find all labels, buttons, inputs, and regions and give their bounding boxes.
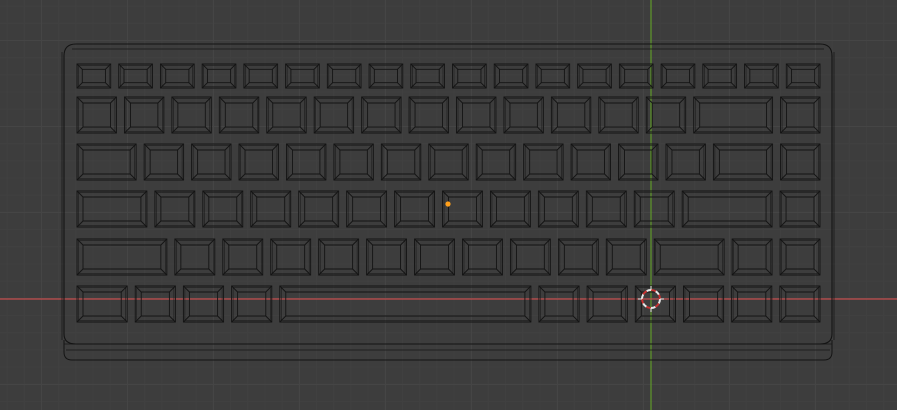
keycap-r6-k1 <box>76 285 128 323</box>
keycap-r3-k4 <box>238 143 279 181</box>
keycap-r1-k8 <box>368 63 404 89</box>
keycap-r5-k11 <box>605 238 647 276</box>
keycap-r5-k7 <box>414 238 455 276</box>
keycap-r4-k6 <box>346 190 388 228</box>
keycap-r4-k2 <box>154 190 196 228</box>
keycap-r2-k9 <box>456 96 497 134</box>
keycap-r2-k7 <box>361 96 402 134</box>
keycap-r1-k14 <box>618 63 654 89</box>
keycap-r6-k10 <box>731 285 773 323</box>
keycap-r6-k6 <box>538 285 580 323</box>
keycap-r2-k5 <box>266 96 307 134</box>
keycap-r1-k16 <box>702 63 738 89</box>
keycap-r2-k6 <box>313 96 355 134</box>
keycap-r1-k2 <box>118 63 153 89</box>
keycap-r3-k5 <box>286 143 327 181</box>
keycap-r5-k6 <box>366 238 407 276</box>
keycap-r4-k10 <box>537 190 579 228</box>
keycap-r1-k9 <box>410 63 445 89</box>
keycap-r1-k10 <box>452 63 487 89</box>
keycap-r1-k1 <box>76 63 112 89</box>
keycap-r2-k14 <box>693 96 774 134</box>
keycap-r4-k9 <box>490 190 531 228</box>
keycap-r5-k8 <box>462 238 503 276</box>
keycap-r1-k18 <box>785 63 821 89</box>
keycap-r3-k6 <box>333 143 374 181</box>
keycap-r6-k7 <box>586 285 628 323</box>
keycap-r6-k5 <box>279 285 532 323</box>
keycap-r2-k1 <box>76 96 117 134</box>
keycap-r3-k11 <box>570 143 611 181</box>
keycap-r3-k12 <box>618 143 659 181</box>
keycap-r6-k3 <box>182 285 225 323</box>
keycap-r2-k3 <box>171 96 212 134</box>
keycap-r2-k4 <box>218 96 260 134</box>
keycap-r3-k14 <box>712 143 774 181</box>
keycap-r6-k4 <box>231 285 273 323</box>
keycap-r6-k9 <box>683 285 725 323</box>
keycap-r2-k12 <box>598 96 639 134</box>
keycap-r4-k11 <box>585 190 627 228</box>
keycap-r4-k14 <box>779 190 821 228</box>
object-origin-dot <box>445 201 451 207</box>
keycap-r5-k9 <box>509 238 551 276</box>
keycap-r1-k4 <box>201 63 237 89</box>
keycap-r2-k13 <box>645 96 687 134</box>
keycap-r3-k9 <box>475 143 517 181</box>
keycap-r4-k1 <box>76 190 148 228</box>
keycap-r4-k7 <box>394 190 435 228</box>
keycap-r5-k13 <box>731 238 773 276</box>
keycap-r1-k12 <box>535 63 571 89</box>
keycap-r1-k6 <box>285 63 320 89</box>
keycap-r5-k12 <box>653 238 725 276</box>
keycap-r1-k7 <box>326 63 362 89</box>
keycap-r5-k2 <box>174 238 216 276</box>
keycap-r2-k10 <box>503 96 544 134</box>
keycap-r3-k13 <box>665 143 706 181</box>
keycap-r3-k2 <box>143 143 185 181</box>
keycap-r5-k3 <box>222 238 264 276</box>
keycap-r1-k13 <box>577 63 612 89</box>
keycap-r6-k11 <box>779 285 821 323</box>
viewport-scene <box>0 0 897 410</box>
keycap-r2-k15 <box>780 96 821 134</box>
keycap-r4-k8 <box>442 190 483 228</box>
keycaps-group <box>76 63 821 323</box>
keycap-r5-k5 <box>318 238 360 276</box>
keycap-r4-k13 <box>681 190 773 228</box>
keycap-r5-k1 <box>76 238 168 276</box>
keycap-r5-k10 <box>557 238 599 276</box>
keycap-r2-k2 <box>123 96 165 134</box>
keycap-r3-k8 <box>428 143 469 181</box>
keycap-r4-k4 <box>250 190 292 228</box>
keycap-r1-k15 <box>660 63 696 89</box>
keycap-r3-k15 <box>780 143 821 181</box>
keycap-r1-k3 <box>159 63 195 89</box>
keycap-r1-k5 <box>243 63 279 89</box>
keycap-r3-k7 <box>380 143 422 181</box>
keycap-r5-k14 <box>779 238 821 276</box>
keycap-r6-k2 <box>134 285 176 323</box>
keycap-r4-k5 <box>298 190 340 228</box>
keycap-r1-k11 <box>493 63 529 89</box>
3d-viewport[interactable] <box>0 0 897 410</box>
keycap-r4-k3 <box>202 190 244 228</box>
keycap-r4-k12 <box>633 190 675 228</box>
keyboard-base-bottom-inner <box>64 343 832 351</box>
keycap-r3-k10 <box>523 143 564 181</box>
keycap-r2-k8 <box>408 96 449 134</box>
keycap-r3-k1 <box>76 143 137 181</box>
keycap-r3-k3 <box>191 143 232 181</box>
keycap-r1-k17 <box>744 63 779 89</box>
keycap-r5-k4 <box>270 238 312 276</box>
keycap-r2-k11 <box>550 96 592 134</box>
keyboard-base-inner-outline <box>61 48 835 340</box>
